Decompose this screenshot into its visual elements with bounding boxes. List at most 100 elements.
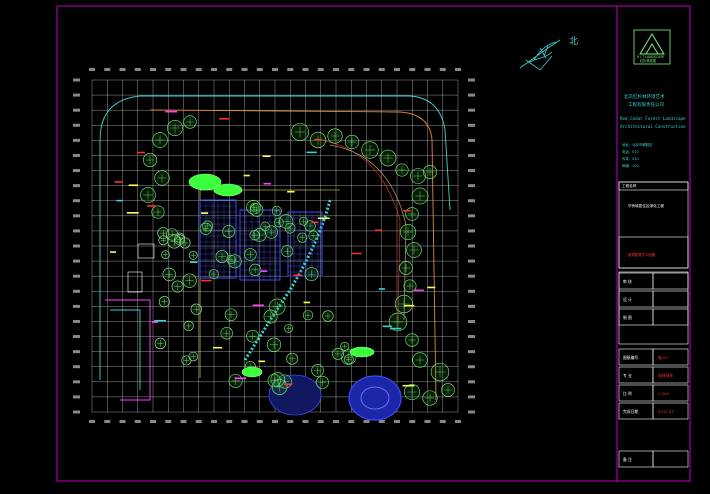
tree-symbol (166, 228, 179, 241)
tree-symbol (215, 250, 229, 263)
tree-symbol (227, 254, 242, 269)
plant-label-mark (252, 304, 264, 307)
grid-tag-left (73, 184, 80, 188)
tree-symbol (286, 352, 299, 365)
grid-tag-top (272, 68, 278, 71)
title-row-label: 设 计 (623, 297, 632, 302)
tree-symbol (422, 390, 438, 406)
grid-tag-top (256, 68, 263, 71)
tree-symbol (412, 352, 428, 368)
grid-tag-left (73, 335, 80, 339)
company-name-en-line1: Red Cedar Forest Landscape (620, 116, 686, 121)
title-row-value: 2012.03 (658, 409, 674, 414)
grid-tag-top (302, 68, 309, 71)
grid-tag-top (348, 68, 355, 71)
plant-label-mark (389, 327, 402, 330)
tree-symbol (152, 132, 168, 148)
grid-tag-bottom (302, 420, 309, 423)
tree-symbol (190, 303, 202, 315)
tree-symbol (379, 149, 397, 167)
grid-tag-top (195, 68, 202, 71)
plant-label-mark (201, 279, 212, 282)
title-row-value: 施-01 (658, 355, 669, 360)
tree-symbol (299, 216, 308, 226)
tree-symbol (208, 269, 219, 280)
tree-symbol (220, 327, 233, 340)
plant-label-mark (413, 289, 424, 292)
tree-symbol (158, 235, 169, 246)
grid-tag-bottom (272, 420, 278, 423)
tree-symbol (302, 310, 314, 321)
grid-tag-bottom (256, 420, 263, 423)
grid-tag-top (119, 68, 126, 71)
tree-symbol (249, 203, 264, 217)
tree-symbol (183, 115, 197, 129)
tree-symbol (179, 237, 191, 249)
title-row-value-cell (652, 272, 689, 290)
plant-label-mark (287, 190, 295, 193)
tree-symbol (405, 333, 419, 347)
grid-tag-left (73, 229, 80, 233)
grid-tag-left (73, 410, 80, 414)
grid-tag-top (378, 68, 385, 71)
grid-tag-bottom (348, 420, 355, 423)
paved-path (319, 139, 401, 321)
shrub-mass (213, 183, 243, 197)
title-row-value: 1:200 (658, 391, 670, 396)
tree-symbol (267, 373, 281, 388)
building-edge (105, 299, 151, 401)
tree-symbol (340, 341, 350, 351)
project-value: 华侨城居住区绿化工程 (628, 203, 664, 208)
tree-symbol (142, 152, 158, 168)
tree-symbol (188, 250, 198, 260)
tree-symbol (311, 364, 324, 377)
grid-tag-bottom (378, 420, 385, 423)
tree-symbol (183, 320, 194, 331)
company-name-en-line2: Architectural Construction (620, 124, 686, 129)
grid-tag-right (468, 350, 475, 354)
title-row-label: 专 业 (623, 373, 632, 378)
grid-tag-right (468, 244, 475, 248)
title-row-label: 制 图 (623, 315, 632, 320)
plant-label-mark (284, 383, 293, 386)
tree-symbol (271, 205, 282, 216)
grid-tag-top (150, 68, 156, 71)
grid-tag-top (394, 68, 400, 71)
grid-tag-right (468, 199, 475, 203)
tree-symbol (441, 383, 455, 397)
logo-caption-cn: 红杉林景观 (640, 58, 657, 63)
grid-tag-left (73, 289, 80, 293)
grid-tag-top (211, 68, 217, 71)
tree-symbol (224, 308, 238, 321)
tree-symbol (182, 273, 197, 288)
grid-tag-right (468, 93, 475, 97)
tree-symbol (154, 170, 170, 186)
tree-symbol (332, 348, 344, 360)
grid-tag-bottom (241, 420, 248, 423)
tree-symbol (154, 337, 166, 350)
grid-tag-top (180, 68, 187, 71)
tree-symbol (263, 309, 278, 324)
tree-symbol (411, 187, 429, 205)
grid-tag-right (468, 214, 475, 218)
grid-tag-top (287, 68, 294, 71)
grid-tag-top (89, 68, 95, 71)
plant-label-mark (190, 261, 198, 263)
tree-symbol (343, 354, 354, 365)
tree-symbol (404, 384, 420, 400)
cad-drawing-canvas: 北 R I T LANDSCAPE 红杉林景观 北京红杉林环境艺术 工程有限责任… (56, 5, 691, 482)
title-row-value-cell (652, 308, 689, 326)
grid-tag-bottom (287, 420, 294, 423)
grid-tag-left (73, 153, 80, 157)
plant-label-mark (403, 304, 415, 307)
tree-symbol (249, 230, 260, 241)
grid-tag-right (468, 184, 475, 188)
tree-symbol (327, 128, 343, 144)
grid-tag-top (317, 68, 324, 71)
tree-symbol (304, 267, 319, 282)
plant-label-mark (382, 325, 392, 328)
north-label: 北 (569, 36, 578, 47)
grid-tag-bottom (134, 420, 141, 423)
grid-tag-right (468, 319, 475, 323)
plant-label-mark (403, 209, 411, 212)
